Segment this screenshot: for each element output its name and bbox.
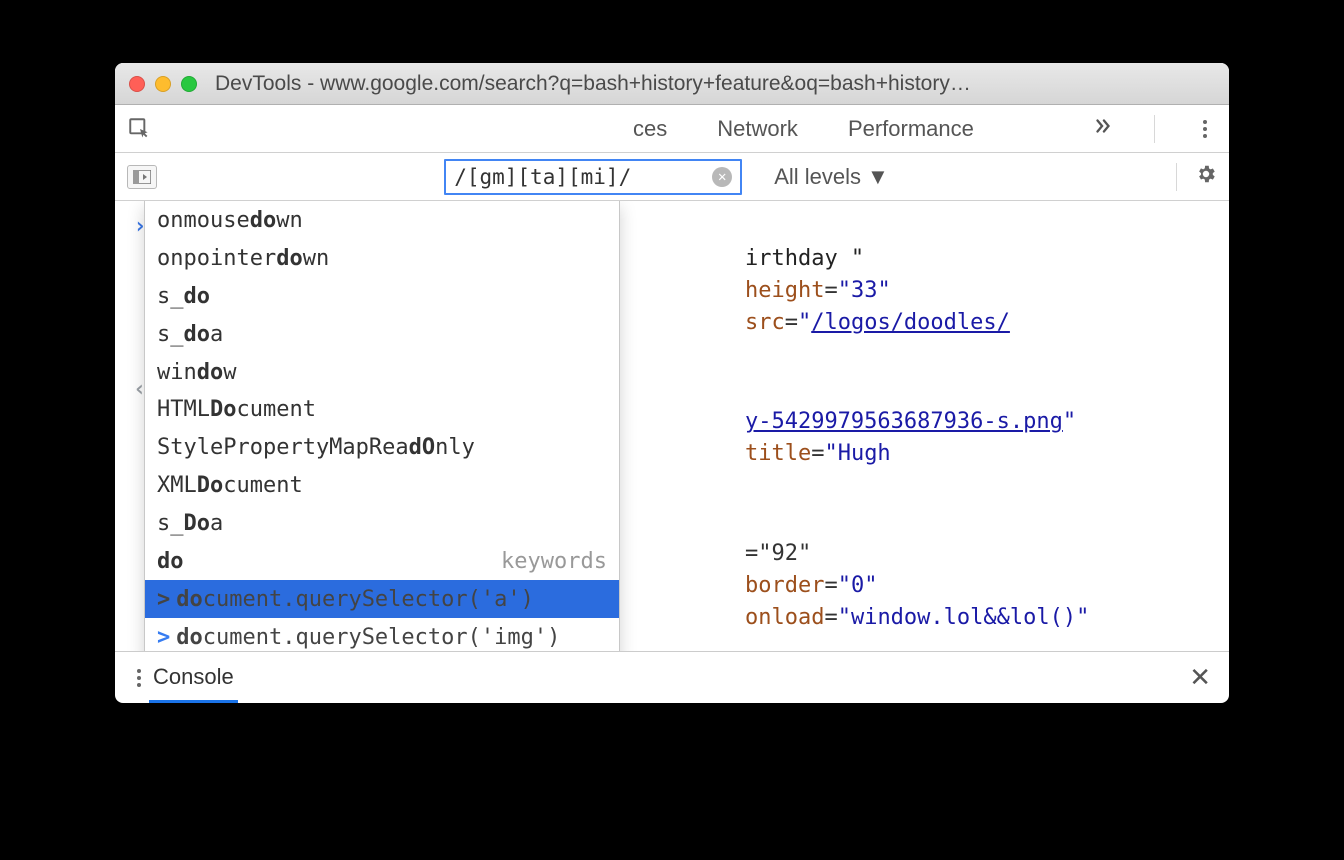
autocomplete-item[interactable]: s_do — [145, 277, 619, 315]
overflow-tabs-button[interactable] — [1092, 115, 1114, 142]
levels-label: All levels — [774, 164, 861, 190]
q: " — [1063, 409, 1076, 434]
clear-filter-icon[interactable]: ✕ — [712, 167, 732, 187]
autocomplete-item[interactable]: XMLDocument — [145, 466, 619, 504]
tab-network[interactable]: Network — [717, 116, 798, 142]
drawer: Console ✕ — [115, 651, 1229, 703]
drawer-close-button[interactable]: ✕ — [1189, 662, 1211, 693]
attr: height — [745, 278, 824, 303]
console-toolbar: /[gm][ta][mi]/ ✕ All levels ▼ — [115, 153, 1229, 201]
toggle-sidebar-button[interactable] — [127, 165, 157, 189]
autocomplete-item[interactable]: dokeywords — [145, 542, 619, 580]
autocomplete-item[interactable]: onmousedown — [145, 201, 619, 239]
value: "window.lol&&lol()" — [838, 605, 1090, 630]
autocomplete-history-item[interactable]: >document.querySelector('img') — [145, 618, 619, 651]
devtools-window: DevTools - www.google.com/search?q=bash+… — [115, 63, 1229, 703]
link[interactable]: /logos/doodles/ — [811, 310, 1010, 335]
autocomplete-item[interactable]: s_doa — [145, 315, 619, 353]
autocomplete-history-item[interactable]: >document.querySelector('a') — [145, 580, 619, 618]
inspect-element-icon[interactable] — [127, 116, 153, 142]
window-title: DevTools - www.google.com/search?q=bash+… — [215, 72, 1215, 96]
filter-value: /[gm][ta][mi]/ — [454, 165, 631, 189]
panel-tabbar: ces Network Performance — [115, 105, 1229, 153]
autocomplete-popup: onmousedownonpointerdowns_dos_doawindowH… — [144, 201, 620, 651]
eqv: ="92" — [745, 541, 811, 566]
link[interactable]: y-5429979563687936-s.png — [745, 409, 1063, 434]
attr: onload — [745, 605, 824, 630]
minimize-window-button[interactable] — [155, 76, 171, 92]
chevron-down-icon: ▼ — [867, 164, 889, 190]
console-filter-input[interactable]: /[gm][ta][mi]/ ✕ — [444, 159, 742, 195]
drawer-tab-console[interactable]: Console — [149, 652, 238, 703]
attr: border — [745, 573, 824, 598]
attr: title — [745, 441, 811, 466]
autocomplete-item[interactable]: StylePropertyMapReadOnly — [145, 428, 619, 466]
text: irthday " — [745, 246, 864, 271]
autocomplete-item[interactable]: HTMLDocument — [145, 390, 619, 428]
zoom-window-button[interactable] — [181, 76, 197, 92]
attr: src — [745, 310, 785, 335]
traffic-lights — [129, 76, 197, 92]
titlebar: DevTools - www.google.com/search?q=bash+… — [115, 63, 1229, 105]
value: "33" — [838, 278, 891, 303]
value: "Hugh — [824, 441, 890, 466]
autocomplete-item[interactable]: window — [145, 353, 619, 391]
log-level-selector[interactable]: All levels ▼ — [774, 164, 889, 190]
devtools-menu-button[interactable] — [1195, 120, 1215, 138]
autocomplete-item[interactable]: s_Doa — [145, 504, 619, 542]
value: "0" — [838, 573, 878, 598]
autocomplete-item[interactable]: onpointerdown — [145, 239, 619, 277]
separator — [1176, 163, 1177, 191]
console-output: › irthday " height="33" src="/logos/dood… — [115, 201, 1229, 651]
separator — [1154, 115, 1155, 143]
tab-partial-right[interactable]: ces — [633, 116, 667, 142]
console-settings-icon[interactable] — [1195, 163, 1217, 191]
tab-performance[interactable]: Performance — [848, 116, 974, 142]
drawer-menu-button[interactable] — [129, 669, 149, 687]
close-window-button[interactable] — [129, 76, 145, 92]
